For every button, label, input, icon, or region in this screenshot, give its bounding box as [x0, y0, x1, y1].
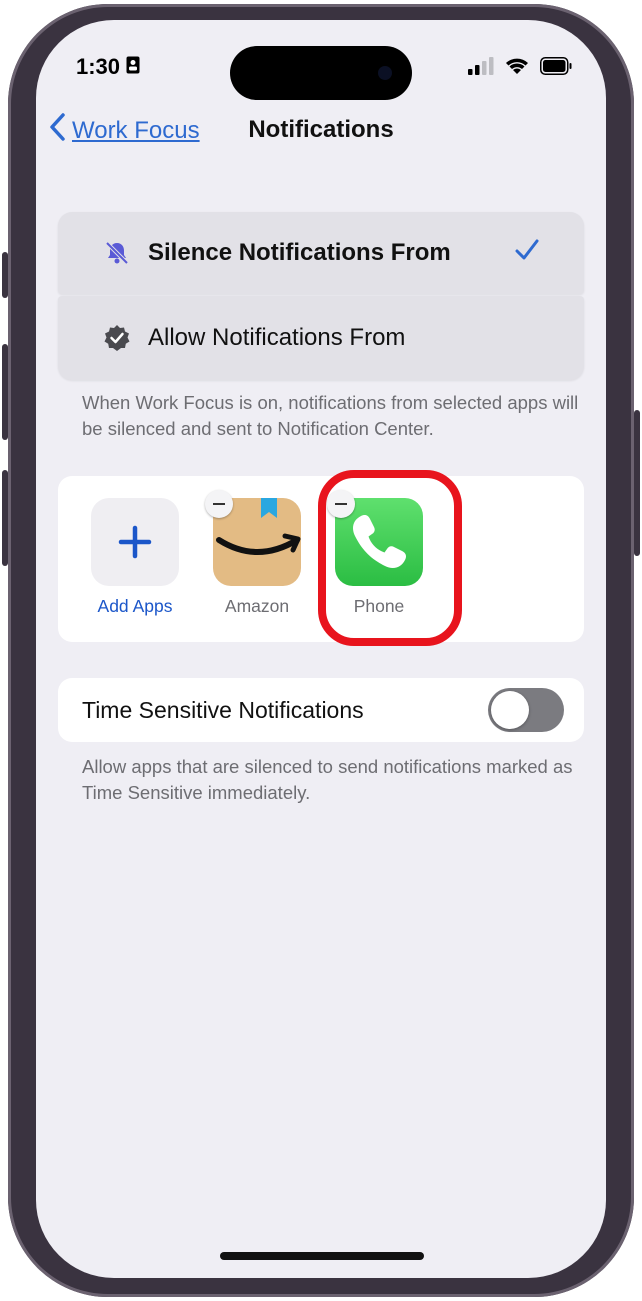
option-label: Silence Notifications From: [148, 239, 451, 266]
volume-up-button: [2, 344, 8, 440]
minus-icon: [213, 503, 225, 505]
option-allow-notifications[interactable]: Allow Notifications From: [58, 296, 584, 380]
status-icons: [468, 56, 572, 81]
app-item-amazon[interactable]: Amazon: [205, 490, 302, 617]
toggle-knob: [491, 691, 529, 729]
plus-icon: [118, 525, 152, 559]
volume-down-button: [2, 470, 8, 566]
add-apps-tile: [91, 498, 179, 586]
status-time: 1:30: [76, 54, 140, 80]
app-label-amazon: Amazon: [224, 596, 290, 616]
add-apps-label: Add Apps: [97, 596, 173, 616]
option-label: Allow Notifications From: [148, 324, 406, 351]
amazon-app-icon: [205, 490, 301, 586]
phone-highlight-ring: [318, 470, 462, 646]
remove-amazon-button[interactable]: [205, 490, 233, 518]
mode-footnote: When Work Focus is on, notifications fro…: [82, 392, 579, 439]
checkmark-icon: [514, 238, 540, 267]
add-apps-button[interactable]: Add Apps: [90, 498, 180, 617]
checkmark-seal-icon: [102, 323, 132, 353]
bell-slash-icon: [102, 238, 132, 268]
home-indicator[interactable]: [220, 1252, 424, 1260]
time-sensitive-row: Time Sensitive Notifications: [58, 678, 584, 742]
time-sensitive-footnote: Allow apps that are silenced to send not…: [82, 756, 573, 803]
option-silence-notifications[interactable]: Silence Notifications From: [58, 212, 584, 294]
page-title: Notifications: [248, 116, 394, 143]
battery-icon: [540, 57, 572, 80]
action-button: [2, 252, 8, 298]
time-sensitive-toggle[interactable]: [488, 688, 564, 732]
signal-icon: [468, 57, 494, 80]
clock: 1:30: [76, 54, 121, 79]
camera-icon: [378, 66, 392, 80]
power-button: [634, 410, 640, 556]
time-sensitive-label: Time Sensitive Notifications: [82, 696, 364, 723]
portrait-lock-icon: [126, 54, 140, 80]
wifi-icon: [504, 56, 530, 81]
screen: 1:30 Work Focus Notifications Silence No…: [36, 20, 606, 1278]
dynamic-island: [230, 46, 412, 100]
